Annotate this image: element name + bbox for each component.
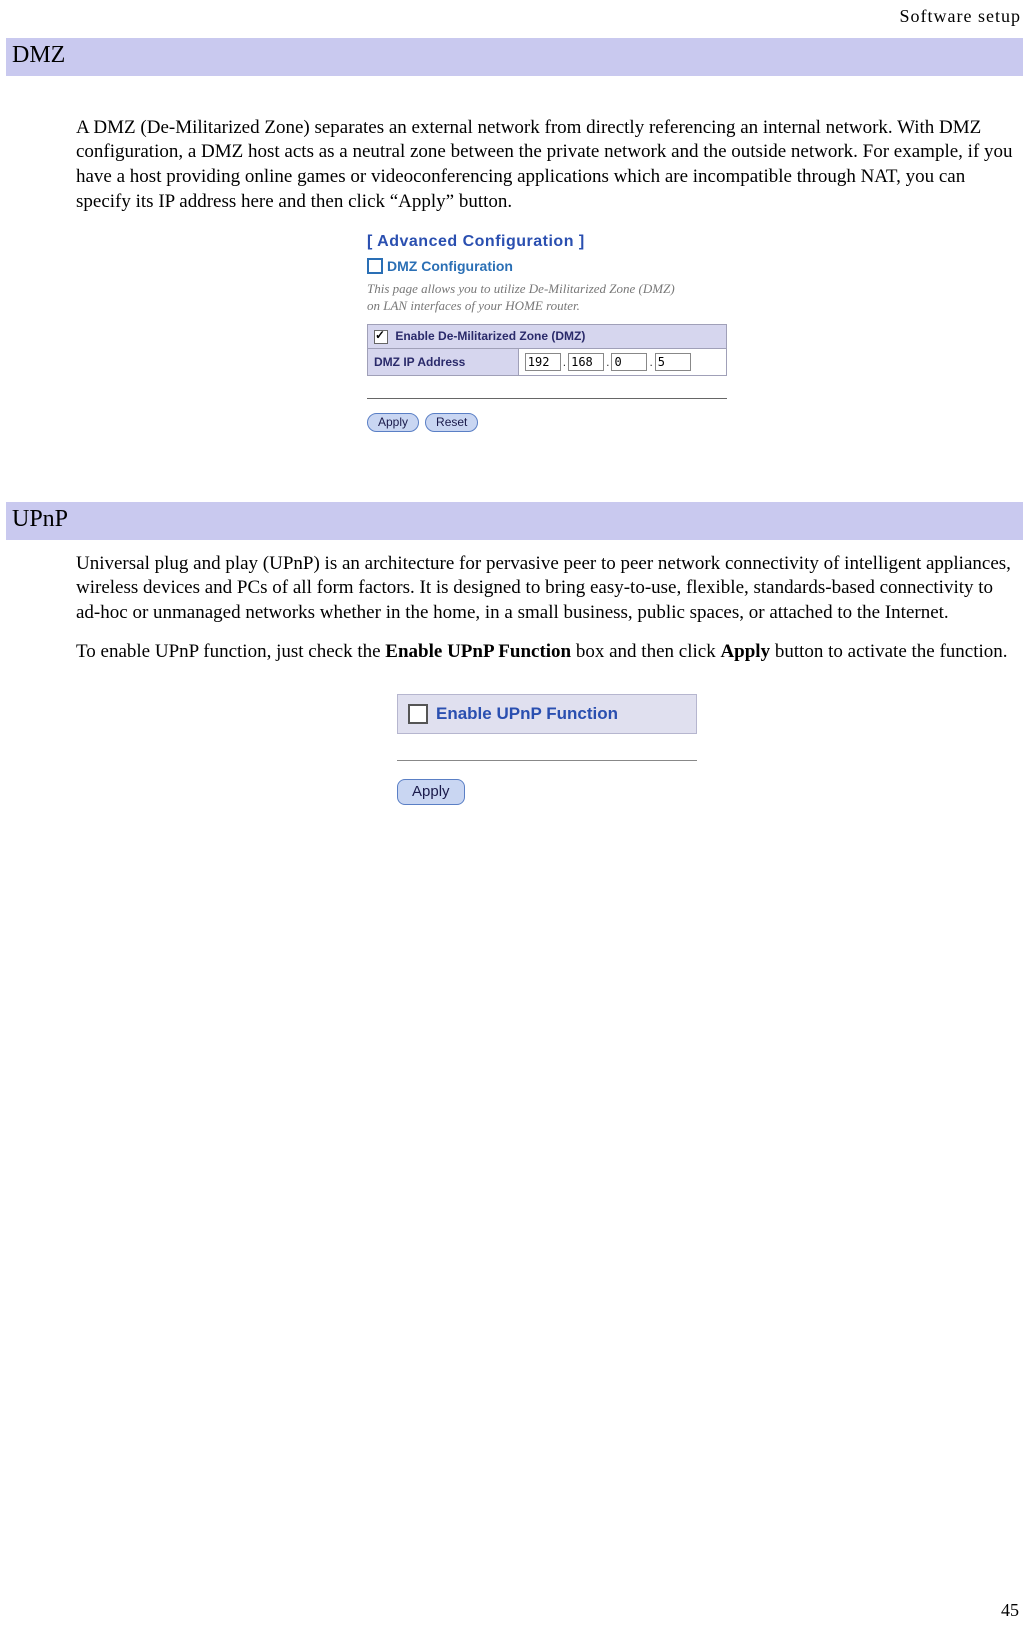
- dmz-apply-button[interactable]: Apply: [367, 413, 419, 432]
- enable-dmz-checkbox[interactable]: [374, 330, 388, 344]
- section-heading-dmz: DMZ: [6, 38, 1023, 75]
- dmz-reset-button[interactable]: Reset: [425, 413, 478, 432]
- enable-dmz-label: Enable De-Militarized Zone (DMZ): [395, 329, 585, 343]
- dmz-ip-octet-1[interactable]: [525, 353, 561, 371]
- dmz-ip-octet-4[interactable]: [655, 353, 691, 371]
- page-number: 45: [1001, 1599, 1019, 1622]
- page-header-right: Software setup: [6, 5, 1023, 28]
- dmz-description: A DMZ (De-Militarized Zone) separates an…: [76, 116, 1018, 215]
- upnp-apply-button[interactable]: Apply: [397, 779, 465, 805]
- upnp-p2-mid: box and then click: [571, 641, 720, 662]
- upnp-p2-post: button to activate the function.: [770, 641, 1007, 662]
- dmz-panel-divider: [367, 398, 727, 399]
- enable-upnp-label: Enable UPnP Function: [436, 703, 618, 725]
- square-bullet-icon: [367, 258, 383, 274]
- upnp-p2-bold1: Enable UPnP Function: [385, 641, 571, 662]
- dmz-ip-octet-2[interactable]: [568, 353, 604, 371]
- dmz-ip-octet-3[interactable]: [611, 353, 647, 371]
- dmz-help-line1: This page allows you to utilize De-Milit…: [367, 281, 675, 296]
- upnp-p2-bold2: Apply: [720, 641, 770, 662]
- dmz-ip-row-label: DMZ IP Address: [368, 349, 519, 376]
- upnp-paragraph-1: Universal plug and play (UPnP) is an arc…: [76, 552, 1018, 626]
- dmz-ip-cell: ...: [518, 349, 726, 376]
- upnp-config-panel: Enable UPnP Function Apply: [397, 694, 697, 805]
- upnp-paragraph-2: To enable UPnP function, just check the …: [76, 640, 1018, 665]
- upnp-panel-divider: [397, 760, 697, 761]
- enable-upnp-checkbox[interactable]: [408, 704, 428, 724]
- dmz-help-line2: on LAN interfaces of your HOME router.: [367, 298, 580, 313]
- upnp-p2-pre: To enable UPnP function, just check the: [76, 641, 385, 662]
- upnp-enable-row: Enable UPnP Function: [397, 694, 697, 734]
- dmz-config-subtitle: DMZ Configuration: [387, 257, 513, 275]
- section-heading-upnp: UPnP: [6, 502, 1023, 539]
- dmz-config-table: Enable De-Militarized Zone (DMZ) DMZ IP …: [367, 324, 727, 377]
- advanced-config-title: [ Advanced Configuration ]: [367, 232, 727, 253]
- dmz-help-text: This page allows you to utilize De-Milit…: [367, 281, 687, 314]
- dmz-config-panel: [ Advanced Configuration ] DMZ Configura…: [367, 232, 727, 432]
